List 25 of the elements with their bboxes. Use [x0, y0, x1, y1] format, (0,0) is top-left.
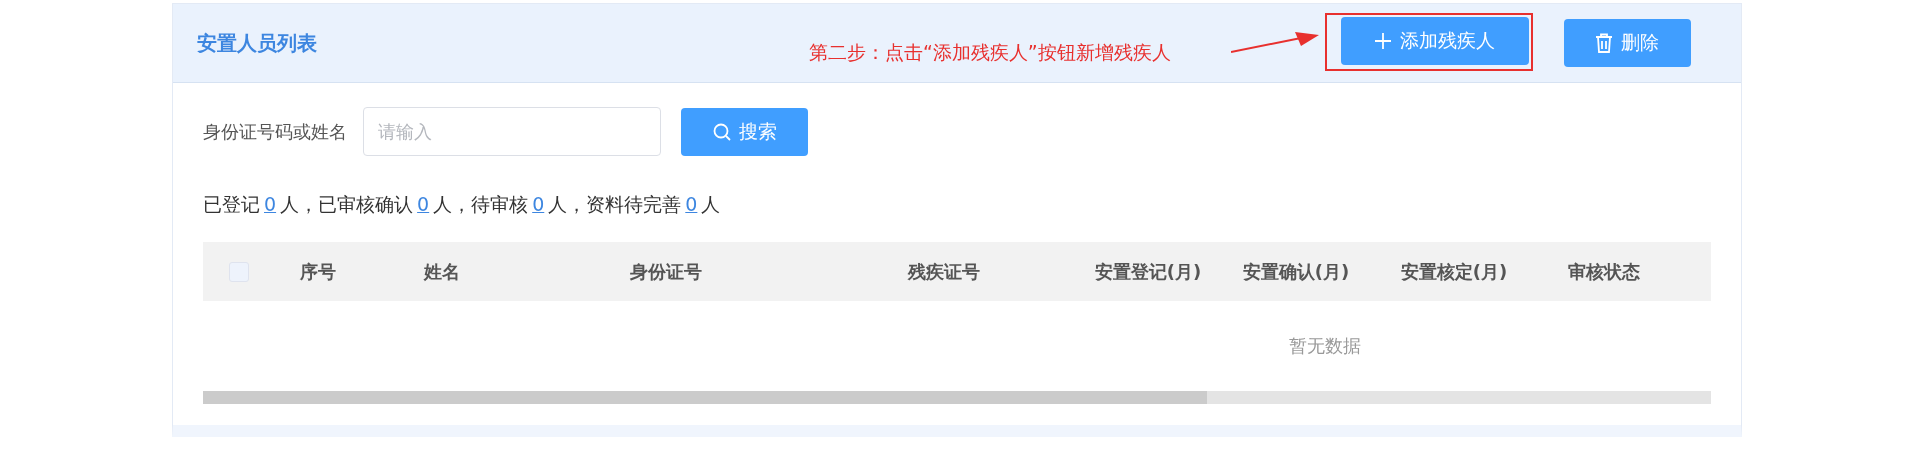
trash-icon	[1595, 33, 1614, 53]
delete-button[interactable]: 删除	[1563, 19, 1691, 67]
empty-text: 暂无数据	[1289, 334, 1361, 358]
column-header: 残疾证号	[906, 259, 981, 284]
count-link[interactable]: 0	[417, 193, 430, 215]
search-button[interactable]: 搜索	[681, 107, 808, 156]
panel-title: 安置人员列表	[197, 29, 318, 57]
count-link[interactable]: 0	[532, 193, 545, 215]
column-header: 安置登记(月)	[1093, 259, 1203, 284]
count-link[interactable]: 0	[264, 193, 277, 215]
add-button[interactable]: 添加残疾人	[1340, 17, 1529, 65]
column-header: 序号	[298, 259, 337, 284]
column-header: 审核状态	[1567, 259, 1641, 284]
column-header: 身份证号	[629, 259, 703, 284]
plus-icon	[1374, 32, 1393, 50]
search-icon	[712, 122, 731, 141]
annotation-text: 第二步：点击“添加残疾人”按钮新增残疾人	[809, 40, 1171, 65]
stats-summary: 已登记 0 人，已审核确认 0 人，待审核 0 人，资料待完善 0 人	[203, 192, 722, 217]
search-label: 身份证号码或姓名	[203, 119, 347, 144]
horizontal-scrollbar[interactable]	[203, 391, 1711, 404]
search-field[interactable]: 请输入	[363, 107, 661, 156]
column-header: 安置核定(月)	[1399, 259, 1509, 284]
column-header: 安置确认(月)	[1241, 259, 1351, 284]
column-header: 姓名	[422, 259, 461, 284]
count-link[interactable]: 0	[685, 193, 698, 215]
